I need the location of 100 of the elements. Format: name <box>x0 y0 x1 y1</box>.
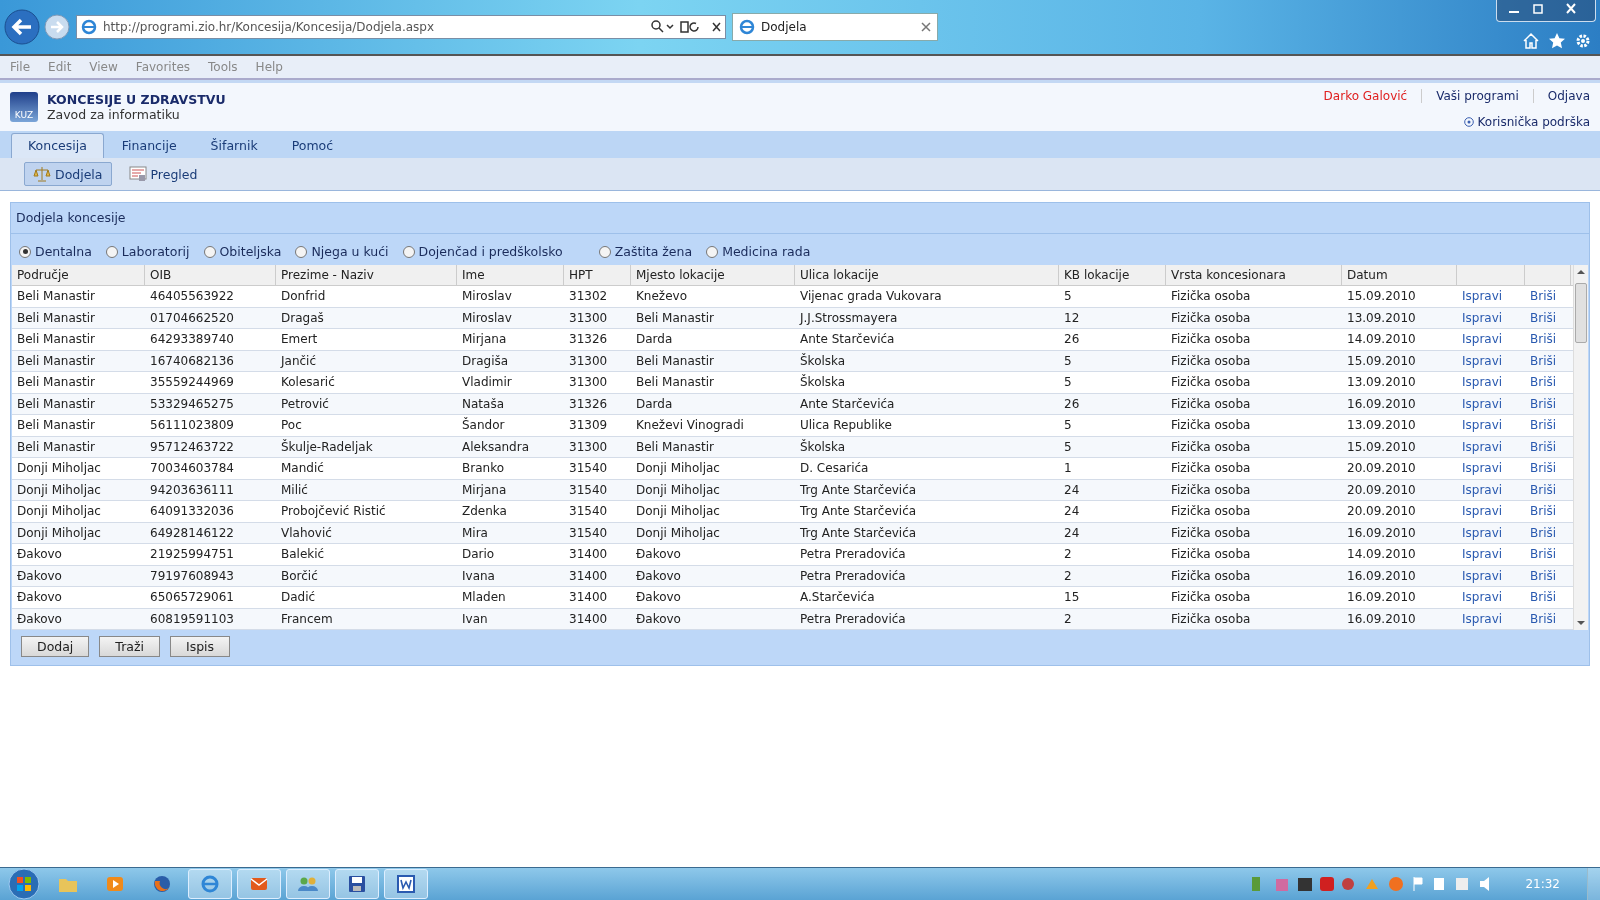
delete-link[interactable]: Briši <box>1530 375 1557 389</box>
radio-button[interactable] <box>203 245 216 258</box>
column-header[interactable]: Područje <box>12 265 145 285</box>
radio-option[interactable]: Laboratorij <box>105 244 190 259</box>
delete-link[interactable]: Briši <box>1530 590 1557 604</box>
table-cell-text: Fizička osoba <box>1170 503 1252 520</box>
radio-button[interactable] <box>295 245 308 258</box>
nav-tab[interactable]: Financije <box>105 134 193 158</box>
table-cell-text: 16.09.2010 <box>1346 589 1417 606</box>
settings-icon[interactable] <box>1574 32 1592 50</box>
delete-link[interactable]: Briši <box>1530 525 1557 540</box>
edit-link[interactable]: Ispravi <box>1462 525 1503 540</box>
edit-link[interactable]: Ispravi <box>1462 396 1503 411</box>
column-header[interactable]: OIB <box>145 265 276 285</box>
delete-link[interactable]: Briši <box>1530 310 1557 325</box>
header-link[interactable]: Vaši programi <box>1422 89 1534 103</box>
action-button[interactable]: Dodaj <box>21 636 90 657</box>
radio-option[interactable]: Obiteljska <box>203 244 282 259</box>
radio-option[interactable]: Njega u kući <box>295 244 389 259</box>
edit-link[interactable]: Ispravi <box>1462 418 1503 432</box>
support-link[interactable]: Korisnička podrška <box>1463 115 1590 129</box>
edit-link[interactable]: Ispravi <box>1462 439 1503 454</box>
table-cell-text: 5 <box>1063 374 1073 391</box>
forward-button[interactable] <box>44 14 70 40</box>
delete-link[interactable]: Briši <box>1530 504 1557 518</box>
scroll-up-icon[interactable] <box>1577 269 1585 275</box>
delete-link[interactable]: Briši <box>1530 289 1557 303</box>
table-cell-text: Kneževi Vinogradi <box>635 417 745 434</box>
table-cell-text: 65065729061 <box>149 589 235 606</box>
radio-option[interactable]: Dentalna <box>19 244 92 259</box>
column-header[interactable]: Mjesto lokacije <box>631 265 795 285</box>
contacts-icon[interactable] <box>286 869 330 899</box>
address-bar[interactable]: http://programi.zio.hr/Koncesija/Koncesija/Dodjela.aspx <box>76 15 726 39</box>
edit-link[interactable]: Ispravi <box>1462 611 1503 626</box>
nav-tab[interactable]: Pomoć <box>275 134 350 158</box>
delete-link[interactable]: Briši <box>1530 439 1557 454</box>
scroll-thumb[interactable] <box>1575 283 1587 343</box>
edit-link[interactable]: Ispravi <box>1462 289 1503 303</box>
delete-link[interactable]: Briši <box>1530 332 1557 346</box>
back-button[interactable] <box>4 9 40 45</box>
delete-link[interactable]: Briši <box>1530 461 1557 475</box>
user-name[interactable]: Darko Galović <box>1309 89 1423 103</box>
table-cell-text: Poc <box>280 417 303 434</box>
delete-link[interactable]: Briši <box>1530 396 1557 411</box>
browser-icon[interactable] <box>188 869 232 899</box>
home-icon[interactable] <box>1522 32 1540 50</box>
table-cell-text: 13.09.2010 <box>1346 374 1417 391</box>
column-header[interactable]: Vrsta koncesionara <box>1166 265 1342 285</box>
word-icon[interactable] <box>384 869 428 899</box>
edit-link[interactable]: Ispravi <box>1462 547 1503 561</box>
table-cell-text: 1 <box>1063 460 1073 477</box>
radio-button[interactable] <box>706 245 719 258</box>
star-icon[interactable] <box>1548 32 1566 50</box>
action-button[interactable]: Ispis <box>170 636 231 657</box>
table-cell-text: Kolesarić <box>280 374 336 391</box>
mail-icon[interactable] <box>237 869 281 899</box>
edit-link[interactable]: Ispravi <box>1462 568 1503 583</box>
delete-link[interactable]: Briši <box>1530 353 1557 368</box>
column-header[interactable]: KB lokacije <box>1059 265 1166 285</box>
sub-tab[interactable]: Dodjela <box>24 162 112 186</box>
edit-link[interactable]: Ispravi <box>1462 310 1503 325</box>
edit-link[interactable]: Ispravi <box>1462 375 1503 389</box>
column-header[interactable]: HPT <box>564 265 631 285</box>
delete-link[interactable]: Briši <box>1530 611 1557 626</box>
radio-option[interactable]: Medicina rada <box>706 244 811 259</box>
column-header[interactable]: Prezime - Naziv <box>276 265 457 285</box>
radio-button[interactable] <box>598 245 611 258</box>
radio-button[interactable] <box>19 245 31 258</box>
table-cell-text: Mladen <box>461 589 507 606</box>
delete-link[interactable]: Briši <box>1530 482 1557 497</box>
column-header[interactable]: Datum <box>1342 265 1457 285</box>
table-cell-text: Donji Miholjac <box>16 460 102 477</box>
app-title: KONCESIJE U ZDRAVSTVU <box>47 92 226 107</box>
edit-link[interactable]: Ispravi <box>1462 590 1503 604</box>
nav-tab[interactable]: Koncesija <box>11 133 104 158</box>
radio-button[interactable] <box>402 245 415 258</box>
scroll-down-icon[interactable] <box>1577 620 1585 626</box>
edit-link[interactable]: Ispravi <box>1462 461 1503 475</box>
edit-link[interactable]: Ispravi <box>1462 482 1503 497</box>
edit-link[interactable]: Ispravi <box>1462 504 1503 518</box>
delete-link[interactable]: Briši <box>1530 418 1557 432</box>
radio-option[interactable]: Zaštita žena <box>598 244 693 259</box>
radio-button[interactable] <box>105 245 118 258</box>
edit-link[interactable]: Ispravi <box>1462 353 1503 368</box>
edit-link[interactable]: Ispravi <box>1462 332 1503 346</box>
nav-tab[interactable]: Šifarnik <box>194 134 274 158</box>
table-cell-text: 15.09.2010 <box>1346 288 1417 305</box>
column-header[interactable]: Ulica lokacije <box>795 265 1059 285</box>
delete-link[interactable]: Briši <box>1530 568 1557 583</box>
browser-tab[interactable]: Dodjela <box>732 13 938 41</box>
sub-tab[interactable]: Pregled <box>119 162 207 186</box>
start-button[interactable] <box>6 868 42 900</box>
delete-link[interactable]: Briši <box>1530 547 1557 561</box>
table-cell-text: Beli Manastir <box>635 352 715 370</box>
action-button[interactable]: Traži <box>99 636 160 657</box>
panel-title: Dodjela koncesije <box>11 203 1589 234</box>
close-icon[interactable] <box>921 22 931 32</box>
header-link[interactable]: Odjava <box>1533 89 1590 103</box>
column-header[interactable]: Ime <box>457 265 564 285</box>
radio-label: Njega u kući <box>311 244 389 259</box>
